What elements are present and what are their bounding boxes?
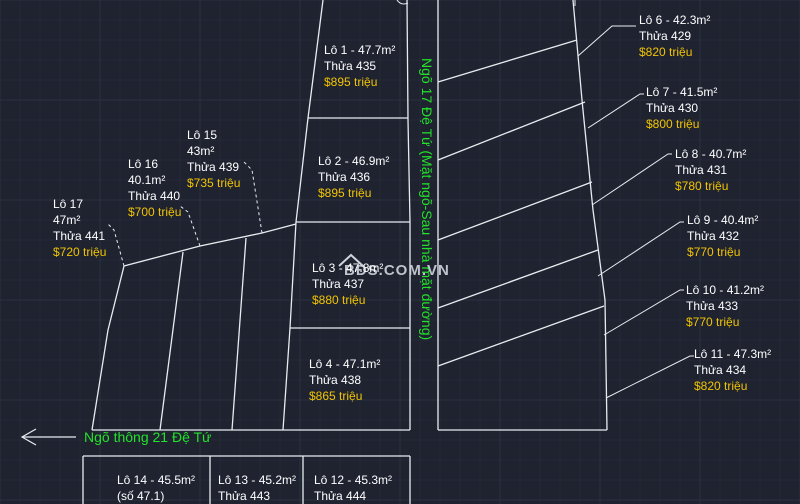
lot-7-parcel: Thửa 430 xyxy=(646,101,699,115)
lot-3-title: Lô 3 - 47.8m² xyxy=(312,261,384,275)
lot-15-leader xyxy=(243,161,263,234)
lot-8-title: Lô 8 - 40.7m² xyxy=(675,147,747,161)
lot-15-parcel: Thửa 439 xyxy=(187,160,240,174)
lot-10-title: Lô 10 - 41.2m² xyxy=(686,283,765,297)
lot-16-price: $700 triệu xyxy=(128,205,182,219)
lot-14-title: Lô 14 - 45.5m² xyxy=(117,473,196,487)
lot-16-parcel: Thửa 440 xyxy=(128,189,181,203)
lot-6-price: $820 triệu xyxy=(639,45,693,59)
lot-16-area: 40.1m² xyxy=(128,173,166,187)
lot-16-number: Lô 16 xyxy=(128,157,159,171)
lot-6-parcel: Thửa 429 xyxy=(639,29,692,43)
lot-1-4-right-edge xyxy=(406,0,411,430)
lot-7-price: $800 triệu xyxy=(646,117,700,131)
lot-1-title: Lô 1 - 47.7m² xyxy=(324,43,396,57)
lot-15-price: $735 triệu xyxy=(187,176,241,190)
lot-9-label: Lô 9 - 40.4m² Thửa 432 $770 triệu xyxy=(687,212,758,260)
lot-17-label: Lô 17 47m² Thửa 441 $720 triệu xyxy=(53,196,106,260)
lot-9-parcel: Thửa 432 xyxy=(687,229,740,243)
lot-15-number: Lô 15 xyxy=(187,128,218,142)
lot-7-title: Lô 7 - 41.5m² xyxy=(646,85,718,99)
lot-9-price: $770 triệu xyxy=(687,245,741,259)
lot-10-parcel: Thửa 433 xyxy=(686,299,739,313)
horizontal-road-label: Ngõ thông 21 Đệ Tứ xyxy=(84,429,211,445)
lot-10-11-divider xyxy=(437,305,605,367)
lot-4-price: $865 triệu xyxy=(309,389,363,403)
lot-17-price: $720 triệu xyxy=(53,245,107,259)
lot-16-15-divider xyxy=(231,237,247,431)
lot-15-area: 43m² xyxy=(187,144,215,158)
lot-3-label: Lô 3 - 47.8m² Thửa 437 $880 triệu xyxy=(312,260,383,308)
lot-9-10-divider xyxy=(437,249,599,309)
lot-4-parcel: Thửa 438 xyxy=(309,373,362,387)
lot-13-label: Lô 13 - 45.2m² Thửa 443 xyxy=(218,472,296,504)
vertical-road-label: Ngõ 17 Đệ Tứ (Mặt ngõ-Sau nhà mặt đường) xyxy=(419,58,435,340)
lot-10-leader xyxy=(603,289,684,336)
lot-15-label: Lô 15 43m² Thửa 439 $735 triệu xyxy=(187,127,240,191)
lot-11-label: Lô 11 - 47.3m² Thửa 434 $820 triệu xyxy=(694,346,771,394)
lot-10-price: $770 triệu xyxy=(686,315,740,329)
lot-11-parcel: Thửa 434 xyxy=(694,363,747,377)
lot-17-parcel: Thửa 441 xyxy=(53,229,106,243)
land-lot-map: Ngõ 17 Đệ Tứ (Mặt ngõ-Sau nhà mặt đường)… xyxy=(0,0,800,504)
lot-1-parcel: Thửa 435 xyxy=(324,59,377,73)
lot-8-price: $780 triệu xyxy=(675,179,729,193)
lot-9-title: Lô 9 - 40.4m² xyxy=(687,213,759,227)
lot-6-title: Lô 6 - 42.3m² xyxy=(639,13,711,27)
lot-6-7-divider xyxy=(437,39,578,83)
lot-2-price: $895 triệu xyxy=(318,186,372,200)
left-block-outer-edge xyxy=(91,265,125,431)
lot-8-label: Lô 8 - 40.7m² Thửa 431 $780 triệu xyxy=(675,146,746,194)
top-curve-mark xyxy=(396,0,409,5)
lot-4-label: Lô 4 - 47.1m² Thửa 438 $865 triệu xyxy=(309,356,380,404)
lot-2-title: Lô 2 - 46.9m² xyxy=(318,154,390,168)
lot-11-title: Lô 11 - 47.3m² xyxy=(694,347,772,361)
lot-12-parcel: Thửa 444 xyxy=(314,489,367,503)
lot-17-leader xyxy=(107,223,125,267)
lot-3-price: $880 triệu xyxy=(312,293,366,307)
lot-8-parcel: Thửa 431 xyxy=(675,163,728,177)
lot-17-16-divider xyxy=(159,251,184,431)
lot-1-price: $895 triệu xyxy=(324,75,378,89)
lot-8-9-divider xyxy=(437,181,593,241)
lot-10-label: Lô 10 - 41.2m² Thửa 433 $770 triệu xyxy=(686,282,764,330)
map-canvas: Ngõ 17 Đệ Tứ (Mặt ngõ-Sau nhà mặt đường)… xyxy=(0,0,800,504)
lot-17-number: Lô 17 xyxy=(53,197,84,211)
lot-1-label: Lô 1 - 47.7m² Thửa 435 $895 triệu xyxy=(324,42,395,90)
left-arrow-icon xyxy=(20,428,76,446)
lot-6-leader xyxy=(577,25,636,57)
lot-17-area: 47m² xyxy=(53,213,81,227)
lot-13-parcel: Thửa 443 xyxy=(218,489,271,503)
lot-4-title: Lô 4 - 47.1m² xyxy=(309,357,381,371)
lot-2-parcel: Thửa 436 xyxy=(318,170,371,184)
lot-6-label: Lô 6 - 42.3m² Thửa 429 $820 triệu xyxy=(639,12,710,60)
right-block-right-edge xyxy=(572,0,608,431)
lot-14-label: Lô 14 - 45.5m² (số 47.1) xyxy=(117,472,195,504)
left-block-top-edge xyxy=(123,223,297,267)
lot-3-parcel: Thửa 437 xyxy=(312,277,365,291)
lot-7-leader xyxy=(587,93,644,129)
lot-14-parcel: (số 47.1) xyxy=(117,489,165,503)
lot-12-label: Lô 12 - 45.3m² Thửa 444 xyxy=(314,472,392,504)
lot-7-label: Lô 7 - 41.5m² Thửa 430 $800 triệu xyxy=(646,84,717,132)
lot-13-title: Lô 13 - 45.2m² xyxy=(218,473,297,487)
lot-16-label: Lô 16 40.1m² Thửa 440 $700 triệu xyxy=(128,156,181,220)
lot-12-title: Lô 12 - 45.3m² xyxy=(314,473,393,487)
lot-11-price: $820 triệu xyxy=(694,379,748,393)
lot-11-leader xyxy=(605,355,694,399)
lot-2-label: Lô 2 - 46.9m² Thửa 436 $895 triệu xyxy=(318,153,389,201)
lot-9-leader xyxy=(597,221,684,277)
